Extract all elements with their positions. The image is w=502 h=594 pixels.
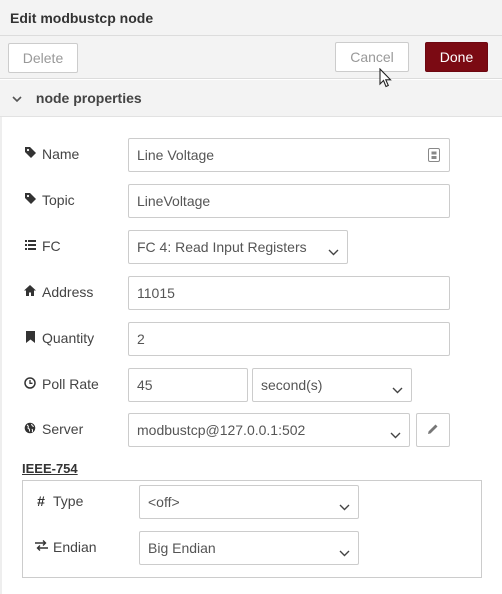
mouse-pointer-icon — [379, 67, 393, 91]
poll-rate-row: Poll Rate 45 second(s) — [2, 368, 502, 402]
type-select[interactable]: <off> — [139, 485, 359, 519]
endian-select[interactable]: Big Endian — [139, 531, 359, 565]
quantity-value: 2 — [137, 331, 145, 347]
type-row: # Type <off> — [23, 485, 502, 519]
address-label-text: Address — [42, 284, 94, 300]
type-label: # Type — [35, 493, 83, 509]
tag-icon — [24, 147, 36, 161]
poll-rate-label-text: Poll Rate — [42, 376, 99, 392]
chevron-down-icon — [339, 498, 350, 511]
cancel-button[interactable]: Cancel — [335, 42, 409, 72]
chevron-down-icon — [390, 426, 401, 439]
ieee-754-panel: # Type <off> Endian Big Endian — [22, 480, 482, 578]
delete-button[interactable]: Delete — [8, 43, 78, 73]
endian-value: Big Endian — [148, 540, 216, 556]
swap-icon — [35, 540, 48, 554]
fc-row: FC FC 4: Read Input Registers — [2, 230, 502, 264]
quantity-label: Quantity — [24, 330, 94, 346]
name-row: Name Line Voltage — [2, 138, 502, 172]
globe-icon — [24, 422, 36, 437]
hash-icon: # — [37, 493, 45, 509]
topic-value: LineVoltage — [137, 193, 211, 209]
fc-label: FC — [24, 238, 61, 254]
quantity-field[interactable]: 2 — [128, 322, 450, 356]
topic-label-text: Topic — [42, 192, 75, 208]
env-variable-icon[interactable] — [428, 148, 440, 165]
address-label: Address — [24, 284, 93, 300]
poll-rate-unit-value: second(s) — [261, 377, 323, 393]
section-title: node properties — [35, 90, 142, 106]
endian-label: Endian — [35, 539, 97, 555]
server-label: Server — [24, 421, 83, 437]
server-row: Server modbustcp@127.0.0.1:502 — [2, 413, 502, 447]
name-field[interactable]: Line Voltage — [128, 138, 450, 172]
done-button[interactable]: Done — [425, 42, 488, 72]
address-field[interactable]: 11015 — [128, 276, 450, 310]
name-label-text: Name — [42, 146, 80, 162]
pencil-icon — [427, 422, 439, 438]
list-icon — [24, 239, 36, 253]
topic-field[interactable]: LineVoltage — [128, 184, 450, 218]
fc-value: FC 4: Read Input Registers — [137, 239, 307, 255]
topic-label: Topic — [24, 192, 75, 208]
server-select[interactable]: modbustcp@127.0.0.1:502 — [128, 413, 410, 447]
bookmark-icon — [24, 330, 36, 346]
node-properties-header[interactable]: node properties — [0, 80, 502, 117]
poll-rate-label: Poll Rate — [24, 376, 99, 392]
fc-select[interactable]: FC 4: Read Input Registers — [128, 230, 348, 264]
quantity-row: Quantity 2 — [2, 322, 502, 356]
quantity-label-text: Quantity — [42, 330, 95, 346]
endian-row: Endian Big Endian — [23, 531, 502, 565]
type-value: <off> — [148, 494, 180, 510]
name-label: Name — [24, 146, 79, 162]
clock-icon — [24, 376, 36, 392]
home-icon — [24, 285, 36, 299]
poll-rate-unit-select[interactable]: second(s) — [252, 368, 412, 402]
chevron-down-icon — [328, 243, 339, 256]
edit-server-button[interactable] — [416, 413, 450, 447]
poll-rate-value: 45 — [137, 377, 153, 393]
fc-label-text: FC — [42, 238, 61, 254]
chevron-down-icon — [339, 544, 350, 557]
tag-icon — [24, 193, 36, 207]
poll-rate-field[interactable]: 45 — [128, 368, 248, 402]
server-value: modbustcp@127.0.0.1:502 — [137, 422, 306, 438]
chevron-down-icon — [12, 94, 26, 106]
address-value: 11015 — [137, 285, 175, 301]
type-label-text: Type — [53, 493, 84, 509]
chevron-down-icon — [392, 381, 403, 394]
dialog-toolbar: Delete Cancel Done — [0, 36, 502, 79]
server-label-text: Server — [42, 421, 84, 437]
dialog-title: Edit modbustcp node — [0, 0, 502, 36]
name-value: Line Voltage — [137, 147, 215, 163]
topic-row: Topic LineVoltage — [2, 184, 502, 218]
endian-label-text: Endian — [53, 539, 97, 555]
address-row: Address 11015 — [2, 276, 502, 310]
ieee-754-heading: IEEE-754 — [22, 461, 78, 476]
